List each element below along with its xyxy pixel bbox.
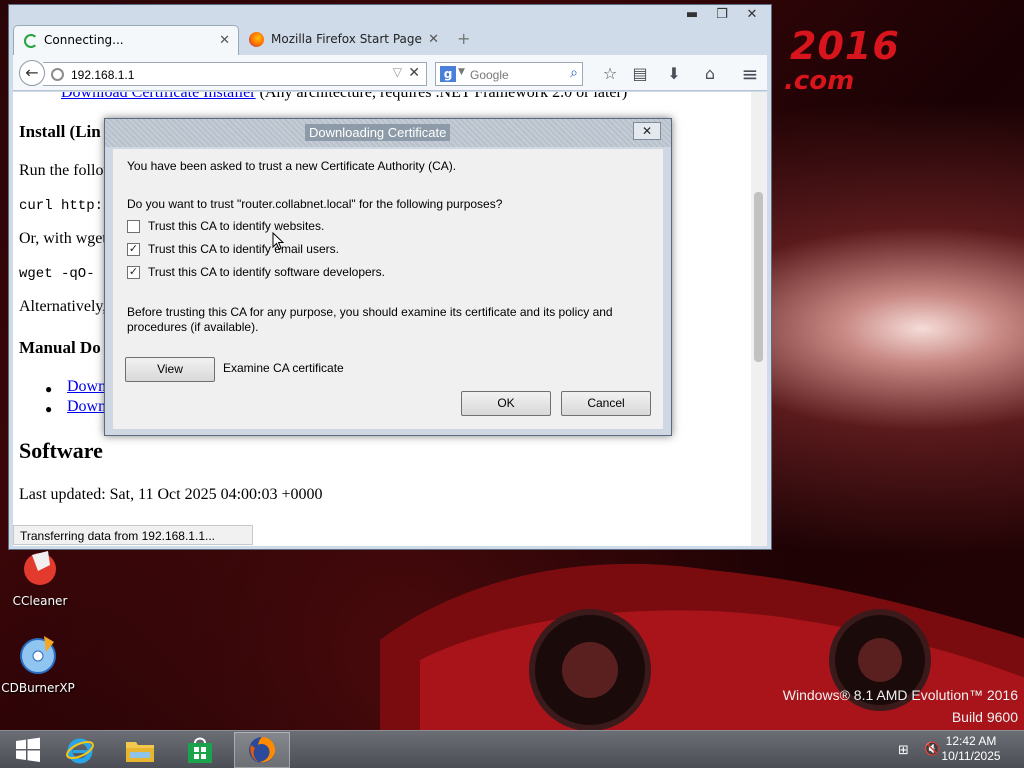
dialog-advice: Before trusting this CA for any purpose,… (127, 305, 613, 334)
firefox-icon (249, 737, 276, 763)
window-close-button[interactable]: ✕ (737, 5, 767, 25)
taskbar-firefox[interactable] (234, 732, 290, 768)
tab-label: Connecting... (44, 33, 124, 47)
bullet-icon: ● (45, 402, 53, 416)
file-explorer-icon (126, 742, 154, 762)
start-button[interactable] (0, 732, 56, 768)
desktop-icon-label: CCleaner (12, 594, 68, 608)
search-input[interactable]: g ▼ Google ⌕ (435, 62, 583, 86)
checkbox-label: Trust this CA to identify websites. (148, 219, 325, 233)
wget-command: wget -qO- h (19, 266, 112, 282)
checkbox-trust-websites[interactable]: Trust this CA to identify websites. (127, 219, 324, 233)
navigation-toolbar: 192.168.1.1 ▽ ✕ ← g ▼ Google ⌕ ☆ ▤ ⬇ ⌂ ≡ (13, 55, 767, 91)
curl-command: curl http:/ (19, 198, 112, 214)
desktop-icon-ccleaner[interactable]: CCleaner (0, 545, 80, 608)
checkbox-box[interactable]: ✓ (127, 242, 140, 256)
url-bar[interactable]: 192.168.1.1 ▽ ✕ (43, 62, 427, 86)
back-button[interactable]: ← (19, 60, 45, 86)
search-icon[interactable]: ⌕ (570, 65, 578, 81)
restore-button[interactable]: ❐ (707, 5, 737, 25)
scrollbar-thumb[interactable] (754, 192, 763, 362)
certificate-installer-line: Download Certificate Installer (Any arch… (61, 92, 627, 102)
checkbox-box[interactable]: ✓ (127, 265, 140, 279)
status-bar: Transferring data from 192.168.1.1... (13, 525, 253, 545)
tab-close-icon[interactable]: ✕ (219, 33, 230, 48)
url-text[interactable]: 192.168.1.1 (71, 68, 134, 82)
checkbox-trust-email[interactable]: ✓ Trust this CA to identify email users. (127, 242, 339, 256)
bullet-icon: ● (45, 382, 53, 396)
taskbar: ⊞ 🔇 12:42 AM 10/11/2025 (0, 730, 1024, 768)
ccleaner-icon (24, 551, 56, 585)
ok-button[interactable]: OK (461, 391, 551, 416)
store-icon (188, 737, 212, 763)
menu-icon[interactable]: ≡ (739, 63, 761, 85)
install-heading: Install (Lin (19, 122, 101, 141)
last-updated: Last updated: Sat, 11 Oct 2025 04:00:03 … (19, 486, 323, 503)
watermark-edition: Windows® 8.1 AMD Evolution™ 2016 (782, 687, 1018, 703)
checkbox-label: Trust this CA to identify software devel… (148, 265, 385, 279)
tab-connecting[interactable]: Connecting... ✕ (13, 25, 239, 55)
minimize-button[interactable]: ▬ (677, 5, 707, 25)
firefox-icon (249, 32, 264, 47)
download-icon[interactable]: ⬇ (663, 63, 685, 85)
loading-spinner-icon (24, 34, 38, 48)
google-icon: g (440, 66, 456, 82)
dialog-body: You have been asked to trust a new Certi… (113, 149, 663, 429)
checkbox-box[interactable] (127, 219, 140, 233)
dialog-close-button[interactable]: ✕ (633, 122, 661, 140)
back-arrow-icon: ← (25, 63, 39, 82)
reading-list-icon[interactable]: ▤ (629, 63, 651, 85)
tab-firefox-start-page[interactable]: Mozilla Firefox Start Page ✕ (241, 25, 447, 55)
dialog-titlebar[interactable]: Downloading Certificate ✕ (105, 119, 671, 147)
network-icon[interactable]: ⊞ (898, 743, 909, 758)
wallpaper-subtitle: .com (784, 66, 855, 96)
manual-heading: Manual Do (19, 338, 101, 357)
download-installer-link[interactable]: Download Certificate Installer (61, 92, 256, 101)
vertical-scrollbar[interactable] (751, 92, 767, 546)
tab-close-icon[interactable]: ✕ (428, 32, 439, 47)
window-controls: ▬ ❐ ✕ (677, 5, 767, 25)
home-icon[interactable]: ⌂ (699, 63, 721, 85)
internet-explorer-icon (66, 738, 94, 764)
dialog-question: Do you want to trust "router.collabnet.l… (127, 197, 503, 211)
mouse-cursor-icon (272, 232, 284, 250)
watermark-build: Build 9600 (951, 709, 1018, 725)
checkbox-trust-software[interactable]: ✓ Trust this CA to identify software dev… (127, 265, 385, 279)
view-description: Examine CA certificate (223, 361, 344, 375)
new-tab-button[interactable]: + (457, 29, 470, 48)
url-dropdown-icon[interactable]: ▽ (393, 65, 402, 79)
clock-date: 10/11/2025 (941, 749, 1001, 763)
cancel-button[interactable]: Cancel (561, 391, 651, 416)
windows-start-icon (16, 737, 40, 762)
installer-requirements: (Any architecture, requires .NET Framewo… (259, 92, 628, 101)
search-engine-dropdown-icon[interactable]: ▼ (458, 67, 465, 77)
view-certificate-button[interactable]: View (125, 357, 215, 382)
clock-time: 12:42 AM (945, 734, 997, 748)
taskbar-store[interactable] (172, 732, 228, 768)
star-icon[interactable]: ☆ (599, 63, 621, 85)
downloading-certificate-dialog: Downloading Certificate ✕ You have been … (104, 118, 672, 436)
cd-burner-icon (20, 636, 56, 674)
tab-strip: Connecting... ✕ Mozilla Firefox Start Pa… (13, 25, 733, 55)
wallpaper-title: 2016 (790, 24, 900, 68)
globe-icon (51, 68, 64, 81)
clock[interactable]: 12:42 AM 10/11/2025 (936, 734, 1006, 764)
desktop-icon-label: CDBurnerXP (1, 681, 75, 695)
desktop-icon-cdburnerxp[interactable]: CDBurnerXP (0, 632, 78, 695)
dialog-title: Downloading Certificate (305, 124, 451, 141)
search-placeholder: Google (470, 68, 509, 82)
checkbox-label: Trust this CA to identify email users. (148, 242, 339, 256)
taskbar-file-explorer[interactable] (112, 732, 168, 768)
run-text: Run the follow (19, 162, 115, 179)
stop-icon[interactable]: ✕ (408, 65, 420, 81)
software-heading: Software (19, 438, 103, 463)
tab-label: Mozilla Firefox Start Page (271, 32, 422, 46)
wget-intro: Or, with wget: (19, 230, 112, 247)
windows-watermark: Windows® 8.1 AMD Evolution™ 2016 Build 9… (783, 684, 1018, 728)
taskbar-internet-explorer[interactable] (52, 732, 108, 768)
dialog-intro: You have been asked to trust a new Certi… (127, 159, 457, 173)
